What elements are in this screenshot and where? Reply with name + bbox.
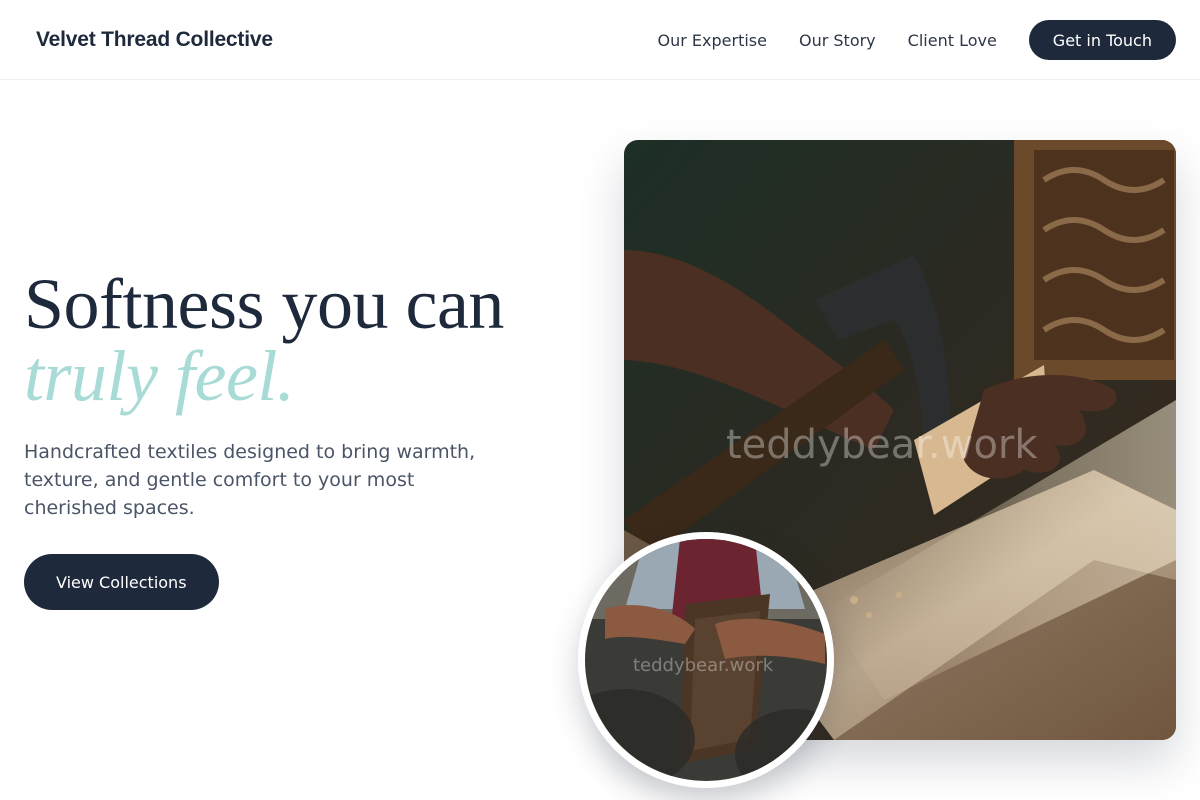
nav-link-our-story[interactable]: Our Story (799, 31, 876, 50)
hero-headline: Softness you can truly feel. (24, 268, 504, 412)
nav-link-client-love[interactable]: Client Love (908, 31, 997, 50)
hero-inset-image: teddybear.work (578, 532, 834, 788)
brand-logo[interactable]: Velvet Thread Collective (36, 28, 273, 52)
nav-link-our-expertise[interactable]: Our Expertise (658, 31, 767, 50)
hero-headline-line1: Softness you can (24, 264, 504, 344)
view-collections-button[interactable]: View Collections (24, 554, 219, 610)
craftsman-hands-photo (585, 539, 827, 781)
main-nav: Our Expertise Our Story Client Love Get … (658, 20, 1176, 60)
hero-headline-accent: truly feel. (24, 336, 295, 416)
get-in-touch-button[interactable]: Get in Touch (1028, 20, 1176, 60)
site-header: Velvet Thread Collective Our Expertise O… (0, 0, 1200, 80)
hero-subtext: Handcrafted textiles designed to bring w… (24, 441, 476, 519)
